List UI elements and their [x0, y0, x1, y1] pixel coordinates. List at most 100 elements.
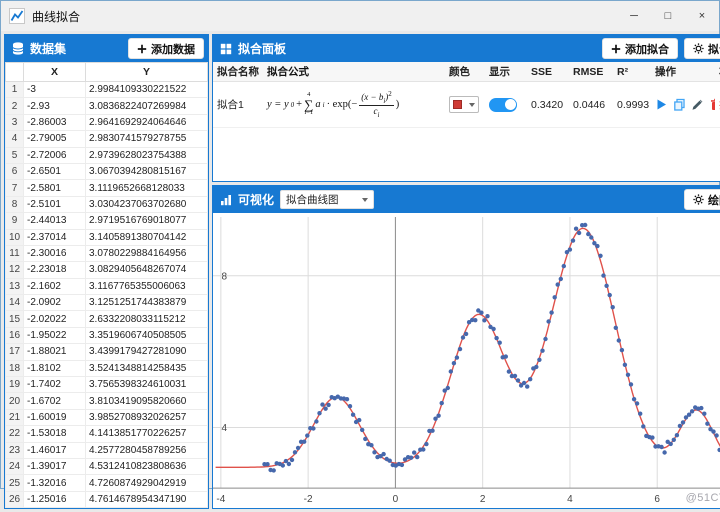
color-swatch — [453, 100, 462, 109]
table-row[interactable]: 13 -2.1602 3.1167765355006063 — [5, 277, 208, 296]
cell-x: -2.44013 — [23, 212, 86, 230]
svg-text:6: 6 — [654, 494, 660, 505]
plus-icon — [611, 44, 621, 53]
table-row[interactable]: 11 -2.30016 3.0780229884164956 — [5, 244, 208, 263]
row-index: 15 — [5, 310, 24, 328]
fit-settings-button[interactable]: 拟合设置 — [684, 38, 720, 59]
table-row[interactable]: 7 -2.5801 3.1119652668128033 — [5, 179, 208, 197]
data-point — [558, 276, 563, 282]
run-fit-icon[interactable] — [655, 98, 668, 111]
fit-panel: 拟合面板 添加拟合 拟 拟合名称 拟合公式 颜色 显示 SSE RMSE R² … — [212, 34, 720, 182]
chevron-down-icon — [362, 197, 369, 202]
data-point — [445, 385, 450, 391]
plot-settings-button[interactable]: 绘图设置 — [684, 189, 720, 210]
table-row[interactable]: 14 -2.0902 3.1251251744383879 — [5, 294, 208, 312]
copy-icon[interactable] — [673, 98, 686, 111]
close-button[interactable]: × — [685, 1, 719, 31]
row-index: 3 — [5, 113, 24, 132]
cell-y: 2.6332208033115212 — [85, 310, 208, 328]
data-point — [650, 435, 655, 440]
cell-y: 3.0829405648267074 — [85, 261, 208, 279]
data-point — [613, 325, 618, 330]
data-point — [503, 354, 508, 359]
add-fit-button[interactable]: 添加拟合 — [602, 38, 678, 59]
data-point — [515, 378, 521, 383]
table-row[interactable]: 2 -2.93 3.0836822407269984 — [5, 97, 208, 115]
data-point — [567, 247, 573, 252]
right-column: 拟合面板 添加拟合 拟 拟合名称 拟合公式 颜色 显示 SSE RMSE R² … — [212, 34, 720, 510]
table-row[interactable]: 19 -1.7402 3.7565398324610031 — [5, 376, 208, 394]
table-row[interactable]: 5 -2.72006 2.9739628023754388 — [5, 146, 208, 164]
data-point — [317, 411, 322, 416]
data-point — [601, 273, 606, 278]
main-content: 数据集 添加数据 X Y 1 -3 2.9984109330221522 2 -… — [1, 31, 720, 512]
table-row[interactable]: 17 -1.88021 3.4399179427281090 — [5, 343, 208, 361]
data-point — [610, 305, 615, 310]
table-row[interactable]: 9 -2.44013 2.9719516769018077 — [5, 212, 208, 230]
table-row[interactable]: 26 -1.25016 4.7614678954347190 — [5, 490, 208, 509]
table-row[interactable]: 22 -1.53018 4.1413851770226257 — [5, 425, 208, 443]
table-row[interactable]: 1 -3 2.9984109330221522 — [5, 80, 208, 99]
table-row[interactable]: 16 -1.95022 3.3519606740508505 — [5, 326, 208, 345]
fit-settings-button-label: 拟合设置 — [708, 43, 720, 56]
cell-y: 4.2577280458789256 — [85, 441, 208, 459]
data-point — [314, 419, 319, 424]
title-bar: 曲线拟合 ─ □ × — [1, 1, 719, 31]
table-row[interactable]: 15 -2.02022 2.6332208033115212 — [5, 310, 208, 328]
cell-y: 3.5241348814258435 — [85, 359, 208, 378]
chart-area[interactable]: 48-4-202468 @51CTO博客 — [213, 213, 720, 509]
table-row[interactable]: 6 -2.6501 3.0670394280815167 — [5, 162, 208, 181]
data-point — [628, 382, 634, 387]
data-point — [512, 373, 518, 379]
svg-text:0: 0 — [393, 494, 399, 505]
data-point — [448, 369, 453, 374]
data-point — [641, 424, 646, 429]
table-row[interactable]: 18 -1.8102 3.5241348814258435 — [5, 359, 208, 378]
col-show: 显示 — [489, 66, 510, 78]
visibility-toggle[interactable] — [489, 97, 517, 112]
table-row[interactable]: 3 -2.86003 2.9641692924064646 — [5, 113, 208, 132]
y-column-header: Y — [85, 62, 208, 82]
dataset-table[interactable]: X Y 1 -3 2.9984109330221522 2 -2.93 3.0836822… — [5, 62, 208, 509]
data-point — [271, 468, 276, 473]
table-row[interactable]: 24 -1.39017 4.5312410823808636 — [5, 457, 208, 476]
maximize-button[interactable]: □ — [651, 1, 685, 31]
row-index: 12 — [5, 261, 24, 279]
gear-icon — [693, 43, 704, 54]
edit-pencil-icon[interactable] — [691, 98, 704, 111]
cell-x: -2.02022 — [23, 310, 86, 328]
data-point — [668, 441, 673, 447]
table-row[interactable]: 12 -2.23018 3.0829405648267074 — [5, 261, 208, 279]
chart-type-select[interactable]: 拟合曲线图 — [280, 190, 375, 209]
table-row[interactable]: 4 -2.79005 2.9830741579278755 — [5, 130, 208, 148]
chart-type-value: 拟合曲线图 — [286, 194, 339, 206]
table-row[interactable]: 8 -2.5101 3.0304237063702680 — [5, 195, 208, 214]
cell-x: -1.25016 — [23, 490, 86, 509]
data-point — [616, 338, 621, 343]
fit-row[interactable]: 拟合1 y = y0 + 4 ∑ i=1 ai · exp(− (x − bi)… — [213, 82, 720, 128]
color-select[interactable] — [449, 96, 479, 113]
cell-y: 3.3519606740508505 — [85, 326, 208, 345]
data-point — [598, 253, 603, 258]
row-index: 19 — [5, 376, 24, 394]
data-point — [421, 447, 426, 452]
data-point — [573, 226, 579, 231]
cell-x: -2.37014 — [23, 228, 86, 246]
table-row[interactable]: 20 -1.6702 3.8103419095820660 — [5, 392, 208, 410]
table-row[interactable]: 23 -1.46017 4.2577280458789256 — [5, 441, 208, 459]
data-point — [570, 238, 576, 243]
row-index: 14 — [5, 294, 24, 312]
cell-x: -2.72006 — [23, 146, 86, 164]
data-point — [506, 369, 512, 374]
table-row[interactable]: 10 -2.37014 3.1405891380704142 — [5, 228, 208, 246]
svg-text:-4: -4 — [216, 494, 225, 505]
table-row[interactable]: 21 -1.60019 3.9852708932026257 — [5, 408, 208, 427]
cell-y: 3.4399179427281090 — [85, 343, 208, 361]
data-point — [295, 445, 301, 451]
add-data-button[interactable]: 添加数据 — [128, 38, 204, 59]
fraction: (x − bi)2 ci — [359, 89, 394, 119]
fit-r2-value: 0.9993 — [617, 98, 650, 111]
dataset-header-row: X Y — [5, 62, 208, 82]
data-point — [482, 318, 487, 323]
minimize-button[interactable]: ─ — [617, 1, 651, 31]
